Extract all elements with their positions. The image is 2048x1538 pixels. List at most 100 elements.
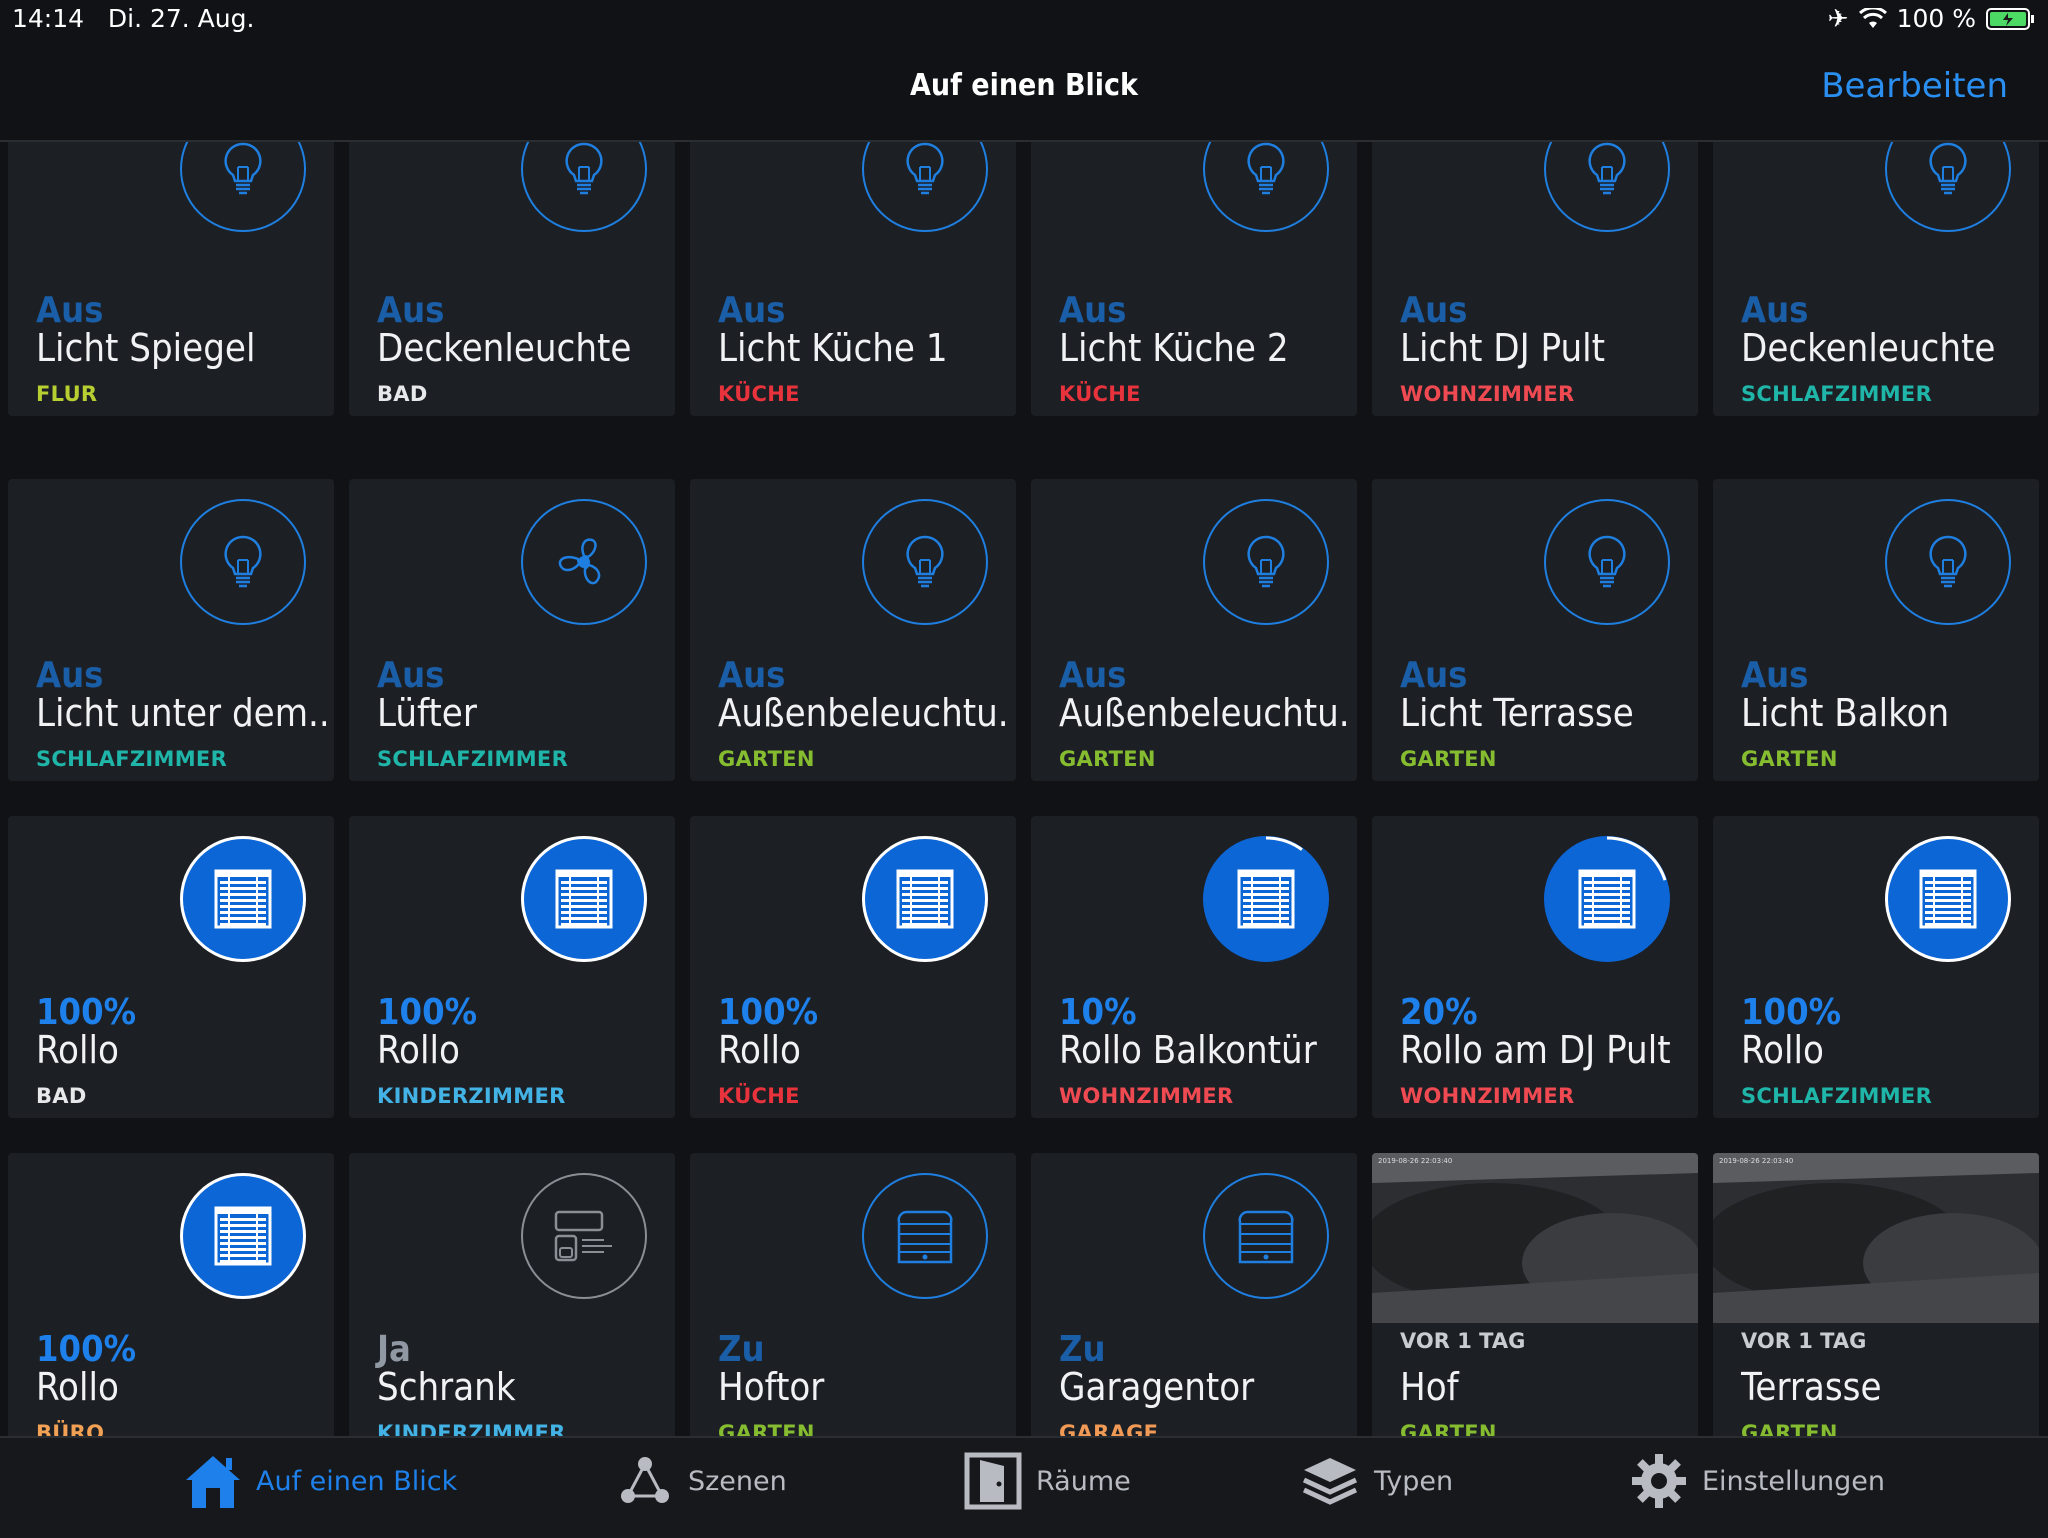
edit-button[interactable]: Bearbeiten bbox=[1821, 66, 2008, 106]
accessory-name: Deckenleuchte bbox=[377, 326, 632, 370]
accessory-name: Rollo bbox=[36, 1028, 119, 1072]
accessory-state: 100% bbox=[377, 992, 478, 1033]
bulb-icon[interactable] bbox=[1203, 499, 1329, 625]
accessory-state: Aus bbox=[377, 655, 445, 696]
battery-icon bbox=[1986, 7, 2034, 30]
tab-bar: Auf einen Blick Szenen Räume Typen Einst… bbox=[0, 1436, 2048, 1538]
accessory-tile[interactable]: Aus Licht DJ Pult WOHNZIMMER bbox=[1372, 142, 1698, 416]
accessory-tile[interactable]: Aus Licht Spiegel FLUR bbox=[8, 142, 334, 416]
accessory-tile[interactable]: Aus Licht Balkon GARTEN bbox=[1713, 479, 2039, 781]
bulb-icon[interactable] bbox=[1203, 142, 1329, 232]
bulb-icon[interactable] bbox=[1544, 499, 1670, 625]
accessory-tile[interactable]: 100% Rollo KÜCHE bbox=[690, 816, 1016, 1118]
accessory-name: Licht Spiegel bbox=[36, 326, 256, 370]
accessory-name: Rollo Balkontür bbox=[1059, 1028, 1317, 1072]
accessory-state: Aus bbox=[1400, 290, 1468, 331]
blind-icon[interactable] bbox=[1203, 836, 1329, 962]
accessory-tile[interactable]: Aus Licht Küche 2 KÜCHE bbox=[1031, 142, 1357, 416]
accessory-tile[interactable]: Aus Außenbeleuchtu... GARTEN bbox=[690, 479, 1016, 781]
accessory-tile[interactable]: 2019-08-26 22:03:40 VOR 1 TAG Terrasse GART… bbox=[1713, 1153, 2039, 1436]
bulb-icon[interactable] bbox=[1885, 142, 2011, 232]
accessory-tile[interactable]: Aus Deckenleuchte SCHLAFZIMMER bbox=[1713, 142, 2039, 416]
blind-icon[interactable] bbox=[1885, 836, 2011, 962]
room-label: SCHLAFZIMMER bbox=[1741, 382, 1933, 406]
accessory-name: Rollo am DJ Pult bbox=[1400, 1028, 1671, 1072]
garage-door-icon[interactable] bbox=[862, 1173, 988, 1299]
svg-text:2019-08-26 22:03:40: 2019-08-26 22:03:40 bbox=[1378, 1157, 1452, 1165]
accessory-tile[interactable]: 10% Rollo Balkontür WOHNZIMMER bbox=[1031, 816, 1357, 1118]
accessory-state: 100% bbox=[718, 992, 819, 1033]
accessory-tile[interactable]: 2019-08-26 22:03:40 VOR 1 TAG Hof GARTEN bbox=[1372, 1153, 1698, 1436]
garage-door-icon[interactable] bbox=[1203, 1173, 1329, 1299]
accessory-name: Licht Terrasse bbox=[1400, 691, 1634, 735]
accessory-state: Ja bbox=[377, 1329, 411, 1370]
blind-icon[interactable] bbox=[180, 836, 306, 962]
accessory-tile[interactable]: Aus Außenbeleuchtu... GARTEN bbox=[1031, 479, 1357, 781]
accessory-name: Licht DJ Pult bbox=[1400, 326, 1606, 370]
accessory-tile[interactable]: Zu Garagentor GARAGE bbox=[1031, 1153, 1357, 1436]
accessory-name: Licht Balkon bbox=[1741, 691, 1950, 735]
blind-icon[interactable] bbox=[1544, 836, 1670, 962]
accessory-state: Zu bbox=[1059, 1329, 1106, 1370]
battery-percent: 100 % bbox=[1896, 4, 1976, 33]
fan-icon[interactable] bbox=[521, 499, 647, 625]
accessory-tile[interactable]: Aus Licht unter dem... SCHLAFZIMMER bbox=[8, 479, 334, 781]
room-label: KÜCHE bbox=[1059, 382, 1141, 406]
camera-snapshot[interactable]: 2019-08-26 22:03:40 bbox=[1713, 1153, 2039, 1323]
bulb-icon[interactable] bbox=[862, 142, 988, 232]
accessory-state: 100% bbox=[36, 1329, 137, 1370]
bulb-icon[interactable] bbox=[180, 499, 306, 625]
bulb-icon[interactable] bbox=[862, 499, 988, 625]
tab-raeume[interactable]: Räume bbox=[964, 1452, 1131, 1510]
accessory-tile[interactable]: Ja Schrank KINDERZIMMER bbox=[349, 1153, 675, 1436]
accessory-tile[interactable]: Zu Hoftor GARTEN bbox=[690, 1153, 1016, 1436]
room-label: KINDERZIMMER bbox=[377, 1084, 566, 1108]
tab-auf-einen-blick[interactable]: Auf einen Blick bbox=[184, 1452, 457, 1510]
accessory-tile[interactable]: 100% Rollo SCHLAFZIMMER bbox=[1713, 816, 2039, 1118]
accessory-tile[interactable]: Aus Deckenleuchte BAD bbox=[349, 142, 675, 416]
tab-typen[interactable]: Typen bbox=[1300, 1452, 1453, 1510]
accessory-name: Rollo bbox=[1741, 1028, 1824, 1072]
accessory-tile[interactable]: 100% Rollo BÜRO bbox=[8, 1153, 334, 1436]
bulb-icon[interactable] bbox=[521, 142, 647, 232]
gear-icon bbox=[1632, 1454, 1686, 1508]
door-icon bbox=[964, 1452, 1022, 1510]
bulb-icon[interactable] bbox=[180, 142, 306, 232]
accessory-tile[interactable]: 20% Rollo am DJ Pult WOHNZIMMER bbox=[1372, 816, 1698, 1118]
room-label: GARTEN bbox=[1741, 747, 1838, 771]
accessory-name: Rollo bbox=[718, 1028, 801, 1072]
accessory-state: 100% bbox=[36, 992, 137, 1033]
accessory-state: Aus bbox=[718, 655, 786, 696]
bulb-icon[interactable] bbox=[1544, 142, 1670, 232]
room-label: GARTEN bbox=[718, 1421, 815, 1436]
tab-einstellungen[interactable]: Einstellungen bbox=[1630, 1452, 1885, 1510]
accessory-tile[interactable]: Aus Lüfter SCHLAFZIMMER bbox=[349, 479, 675, 781]
blind-icon[interactable] bbox=[180, 1173, 306, 1299]
blind-icon[interactable] bbox=[862, 836, 988, 962]
room-label: GARAGE bbox=[1059, 1421, 1159, 1436]
room-label: SCHLAFZIMMER bbox=[1741, 1084, 1933, 1108]
scenes-icon bbox=[621, 1457, 669, 1503]
accessory-state: Aus bbox=[1059, 290, 1127, 331]
room-label: WOHNZIMMER bbox=[1400, 382, 1575, 406]
room-label: KÜCHE bbox=[718, 1084, 800, 1108]
room-label: GARTEN bbox=[1741, 1421, 1838, 1436]
tab-szenen[interactable]: Szenen bbox=[616, 1452, 787, 1510]
bulb-icon[interactable] bbox=[1885, 499, 2011, 625]
time-text: 14:14 bbox=[12, 4, 85, 33]
accessory-tile[interactable]: Aus Licht Küche 1 KÜCHE bbox=[690, 142, 1016, 416]
accessory-tile[interactable]: Aus Licht Terrasse GARTEN bbox=[1372, 479, 1698, 781]
camera-snapshot[interactable]: 2019-08-26 22:03:40 bbox=[1372, 1153, 1698, 1323]
status-bar: 14:14 Di. 27. Aug. ✈ 100 % bbox=[0, 0, 2048, 40]
accessory-tile[interactable]: 100% Rollo KINDERZIMMER bbox=[349, 816, 675, 1118]
accessory-tile[interactable]: 100% Rollo BAD bbox=[8, 816, 334, 1118]
accessory-name: Außenbeleuchtu... bbox=[1059, 691, 1349, 735]
accessory-state: Aus bbox=[1741, 290, 1809, 331]
accessory-state: Aus bbox=[1059, 655, 1127, 696]
room-label: GARTEN bbox=[1059, 747, 1156, 771]
accessory-state: 100% bbox=[1741, 992, 1842, 1033]
cabinet-icon[interactable] bbox=[521, 1173, 647, 1299]
snapshot-age: VOR 1 TAG bbox=[1741, 1329, 1867, 1353]
blind-icon[interactable] bbox=[521, 836, 647, 962]
accessory-name: Hof bbox=[1400, 1365, 1459, 1409]
